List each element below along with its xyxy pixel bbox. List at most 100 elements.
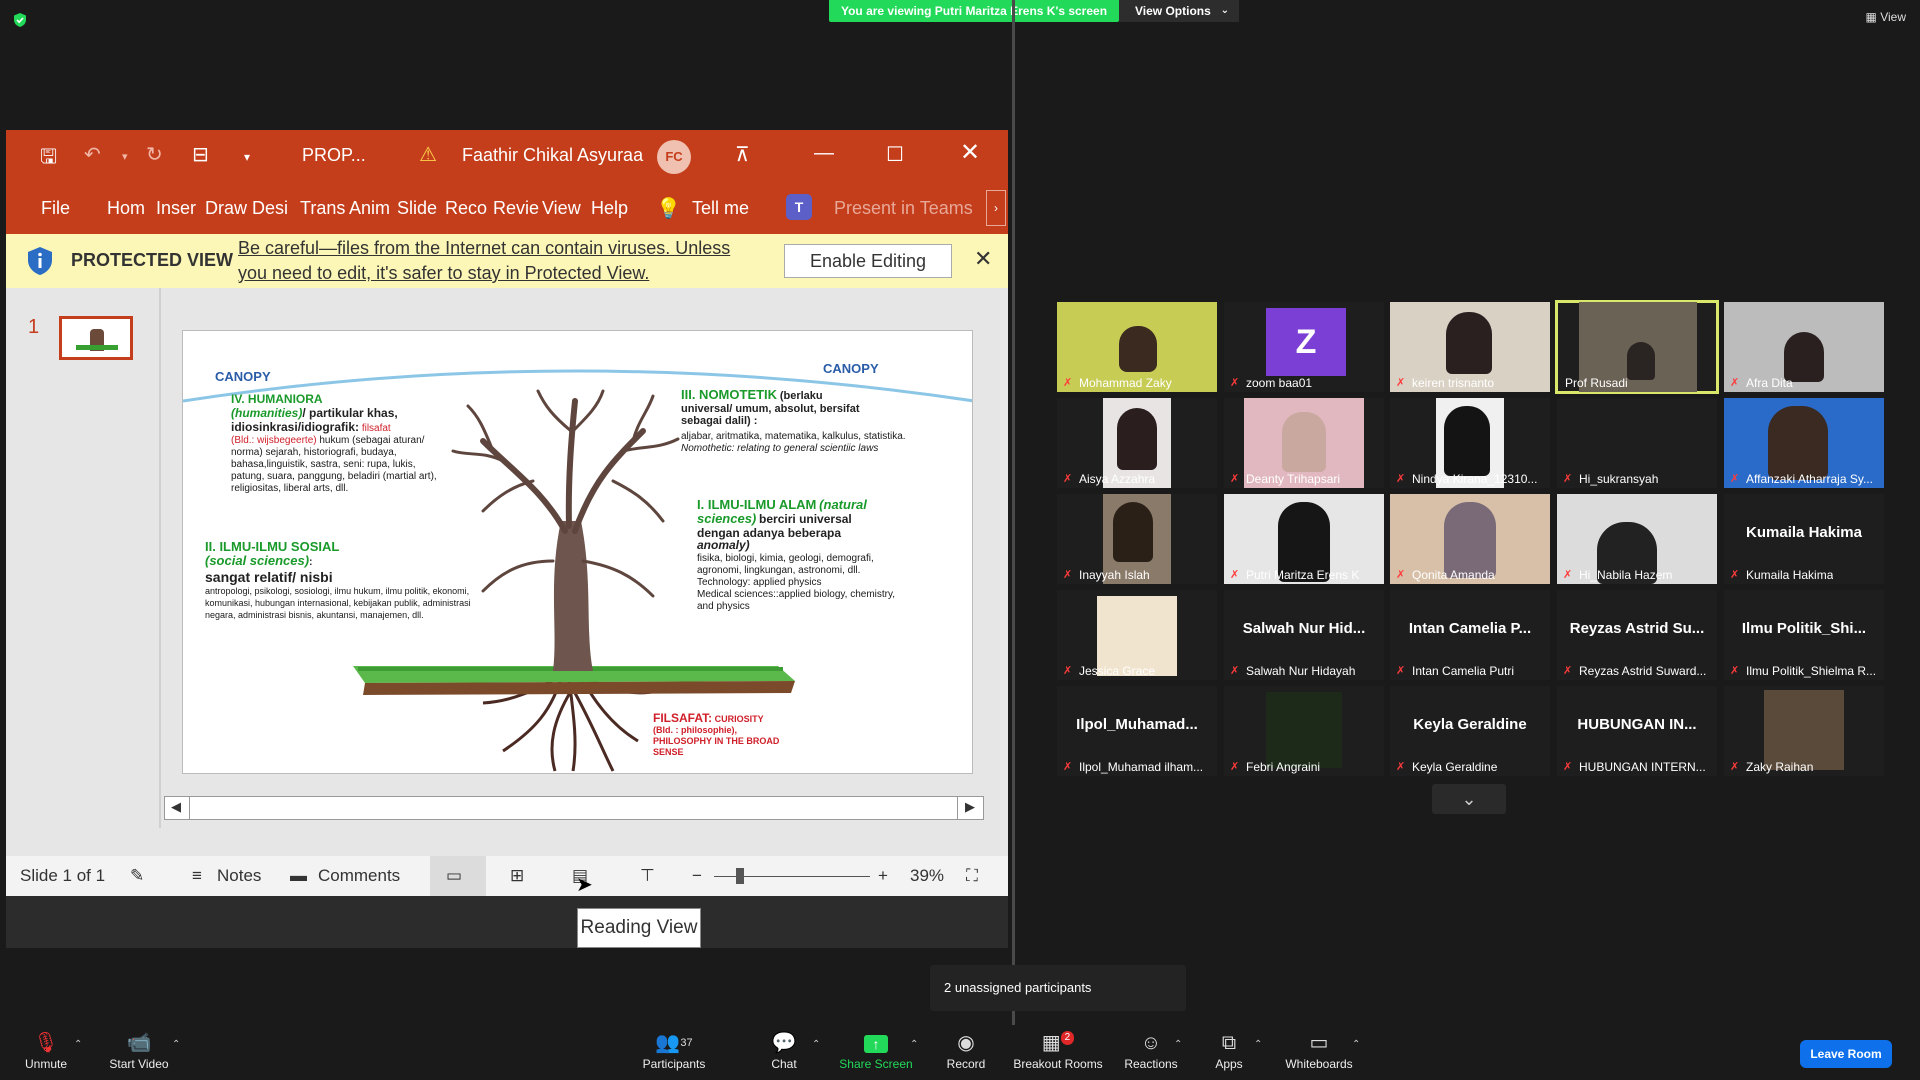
participant-tile[interactable]: Keyla Geraldine ✗ Keyla Geraldine [1390,686,1550,776]
tab-help[interactable]: Help [591,198,628,219]
breakout-rooms-button[interactable]: ▦ 2 Breakout Rooms [1012,1025,1104,1080]
protected-view-message-1[interactable]: Be careful—files from the Internet can c… [238,238,730,259]
scroll-right-icon[interactable]: ▶ [965,799,975,815]
tab-transitions[interactable]: Trans [300,198,345,219]
audio-options-caret-icon[interactable]: ⌃ [74,1039,82,1050]
accessibility-icon[interactable]: ✎ [130,866,144,886]
participant-tile[interactable]: Kumaila Hakima ✗ Kumaila Hakima [1724,494,1884,584]
share-screen-button[interactable]: ↑ Share Screen [836,1025,916,1080]
slide-canvas[interactable]: CANOPY CANOPY IV. HUMANIORA (humanities)… [182,330,973,774]
gallery-next-page-button[interactable]: ⌄ [1432,784,1506,814]
notes-button[interactable]: Notes [217,866,261,886]
security-shield-icon[interactable] [12,12,28,28]
participant-tile[interactable]: ✗ Qonita Amanda [1390,494,1550,584]
participant-tile-active-speaker[interactable]: ✗ Prof Rusadi [1555,300,1719,394]
avatar[interactable]: FC [657,140,691,174]
account-name[interactable]: Faathir Chikal Asyuraa [462,145,643,166]
tab-slideshow[interactable]: Slide [397,198,437,219]
tab-draw[interactable]: Draw [205,198,247,219]
ribbon-scroll-right-icon[interactable]: › [986,190,1006,226]
tell-me-search[interactable]: Tell me [692,198,749,219]
participant-tile[interactable]: Salwah Nur Hid... ✗ Salwah Nur Hidayah [1224,590,1384,680]
zoom-in-icon[interactable]: + [878,866,888,886]
save-icon[interactable]: 🖫 [40,142,57,176]
tab-home[interactable]: Hom [107,198,145,219]
fit-to-window-icon[interactable]: ⛶ [966,866,978,886]
scroll-left-icon[interactable]: ◀ [171,799,181,815]
participant-tile[interactable]: ✗ Zaky Raihan [1724,686,1884,776]
tab-design[interactable]: Desi [252,198,288,219]
participant-tile[interactable]: Ilmu Politik_Shi... ✗ Ilmu Politik_Shiel… [1724,590,1884,680]
record-button[interactable]: ◉ Record [942,1025,990,1080]
present-in-teams-button[interactable]: Present in Teams [834,198,973,219]
participant-tile[interactable]: ✗ Jessica Grace [1057,590,1217,680]
notes-icon[interactable]: ≡ [192,866,202,886]
protected-view-message-2[interactable]: you need to edit, it's safer to stay in … [238,263,649,284]
minimize-icon[interactable]: — [814,142,834,165]
apps-caret-icon[interactable]: ⌃ [1254,1039,1262,1050]
participant-tile[interactable]: ✗ Inayyah Islah [1057,494,1217,584]
redo-icon[interactable]: ↻ [146,142,163,167]
document-title[interactable]: PROP... [302,145,366,166]
zoom-out-icon[interactable]: − [692,866,702,886]
slideshow-icon[interactable]: ⊤ [640,866,655,886]
comments-icon[interactable]: ▬ [290,866,307,886]
present-from-start-icon[interactable]: ⊟ [192,142,209,167]
split-divider[interactable] [1012,0,1015,1025]
chat-options-caret-icon[interactable]: ⌃ [812,1039,820,1050]
share-options-caret-icon[interactable]: ⌃ [910,1039,918,1050]
participant-tile[interactable]: Ilpol_Muhamad... ✗ Ilpol_Muhamad ilham..… [1057,686,1217,776]
participant-tile[interactable]: ✗ Hi_Nabila Hazem [1557,494,1717,584]
tab-file[interactable]: File [41,198,70,219]
participants-button[interactable]: 👥37 Participants [636,1025,712,1080]
participant-tile[interactable]: Intan Camelia P... ✗ Intan Camelia Putri [1390,590,1550,680]
participant-tile[interactable]: ✗ Afra Dita [1724,302,1884,392]
view-options-button[interactable]: View Options ⌄ [1119,0,1239,22]
participant-tile[interactable]: ✗ keiren trisnanto [1390,302,1550,392]
zoom-level[interactable]: 39% [910,866,944,886]
participant-tile[interactable]: ✗ Febri Angraini [1224,686,1384,776]
slide-sorter-icon[interactable]: ⊞ [510,866,524,886]
close-bar-icon[interactable]: ✕ [974,246,992,272]
reactions-caret-icon[interactable]: ⌃ [1174,1039,1182,1050]
close-icon[interactable]: ✕ [960,138,980,167]
tab-view[interactable]: View [542,198,581,219]
tab-review[interactable]: Revie [493,198,539,219]
participant-tile[interactable]: ✗ Mohammad Zaky [1057,302,1217,392]
tab-animations[interactable]: Anim [349,198,390,219]
chat-button[interactable]: 💬 Chat [764,1025,804,1080]
reactions-button[interactable]: ☺ Reactions [1122,1025,1180,1080]
thumbnail-pane-divider[interactable] [159,288,161,828]
enable-editing-button[interactable]: Enable Editing [784,244,952,278]
whiteboards-button[interactable]: ▭ Whiteboards [1282,1025,1356,1080]
tab-record[interactable]: Reco [445,198,487,219]
view-button[interactable]: ▦ View [1866,10,1906,24]
participant-tile[interactable]: ✗ Deanty Trihapsari [1224,398,1384,488]
undo-dropdown-icon[interactable]: ▾ [122,150,128,163]
video-options-caret-icon[interactable]: ⌃ [172,1039,180,1050]
horizontal-scrollbar[interactable]: ◀ ▶ [164,796,984,820]
ribbon-display-icon[interactable]: ⊼ [735,142,750,167]
comments-button[interactable]: Comments [318,866,400,886]
participant-tile[interactable]: ✗ Aisya Azzahra [1057,398,1217,488]
participant-tile[interactable]: ✗ Affanzaki Atharraja Sy... [1724,398,1884,488]
apps-label: Apps [1215,1057,1243,1071]
unmute-button[interactable]: 🎙 Unmute [16,1025,76,1080]
start-video-button[interactable]: 📹 Start Video [104,1025,174,1080]
participant-tile[interactable]: ✗ Hi_sukransyah [1557,398,1717,488]
participant-tile[interactable]: HUBUNGAN IN... ✗ HUBUNGAN INTERN... [1557,686,1717,776]
participant-tile[interactable]: Reyzas Astrid Su... ✗ Reyzas Astrid Suwa… [1557,590,1717,680]
apps-button[interactable]: ⧉ Apps [1212,1025,1246,1080]
zoom-slider-thumb[interactable] [736,868,744,884]
whiteboards-caret-icon[interactable]: ⌃ [1352,1039,1360,1050]
unassigned-participants-notice[interactable]: 2 unassigned participants [930,965,1186,1011]
participant-tile[interactable]: Z ✗ zoom baa01 [1224,302,1384,392]
leave-room-button[interactable]: Leave Room [1800,1040,1892,1068]
participant-tile[interactable]: ✗ Putri Maritza Erens K [1224,494,1384,584]
participant-tile[interactable]: ✗ Nindya Kirana_12310... [1390,398,1550,488]
maximize-icon[interactable]: ☐ [886,142,904,167]
customize-toolbar-icon[interactable]: ▾ [244,150,250,164]
slide-thumbnail[interactable] [59,316,133,360]
tab-insert[interactable]: Inser [156,198,196,219]
undo-icon[interactable]: ↶ [84,142,101,167]
